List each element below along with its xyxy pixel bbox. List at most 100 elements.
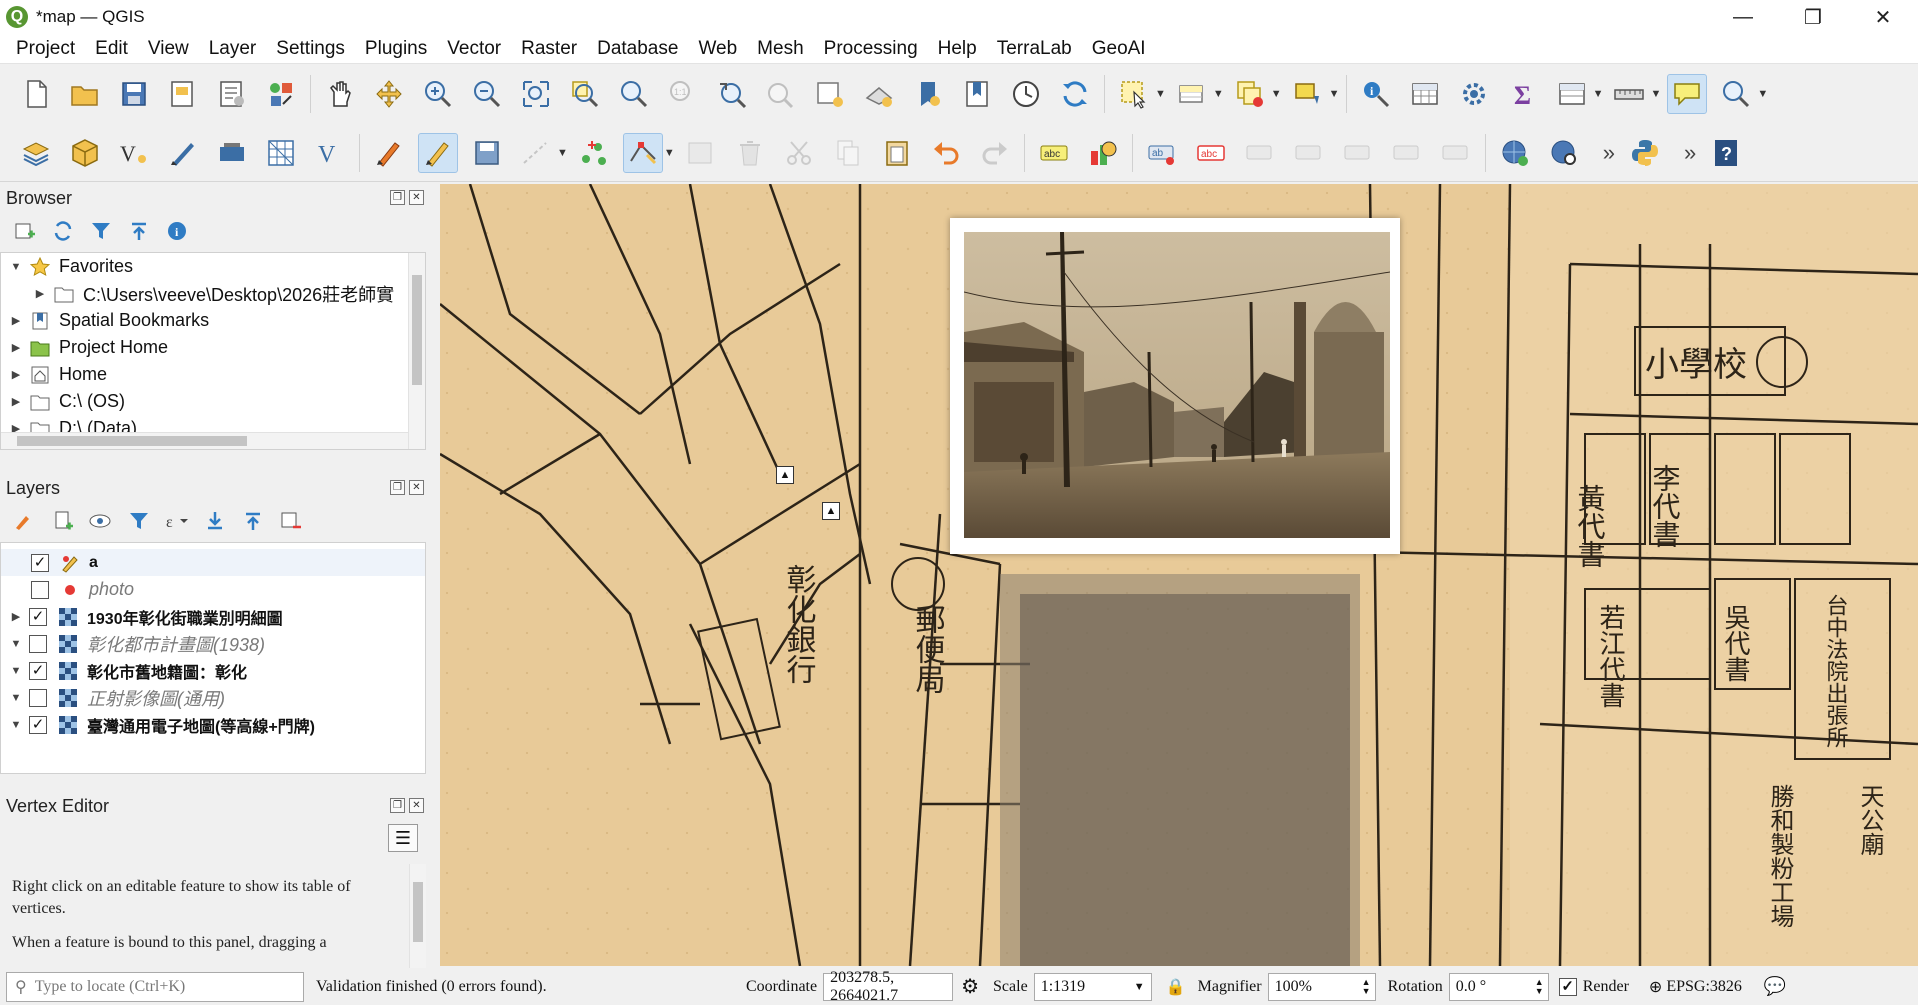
crs-button[interactable]: EPSG:3826	[1666, 978, 1742, 996]
add-group-icon[interactable]	[50, 508, 76, 534]
menu-web[interactable]: Web	[688, 38, 747, 60]
properties-info-icon[interactable]: i	[164, 218, 190, 244]
browser-item-spatial-bookmarks[interactable]: ▶ Spatial Bookmarks	[1, 307, 425, 334]
change-label-icon[interactable]	[1436, 133, 1476, 173]
menu-project[interactable]: Project	[6, 38, 85, 60]
menu-help[interactable]: Help	[928, 38, 987, 60]
photo-point-marker-icon[interactable]: ▲	[776, 466, 794, 484]
statistical-summary-icon[interactable]: Σ	[1503, 74, 1543, 114]
menu-plugins[interactable]: Plugins	[355, 38, 437, 60]
browser-item-favorites[interactable]: ▼ Favorites	[1, 253, 425, 280]
scale-combo[interactable]: 1:1319 ▼	[1033, 972, 1152, 1001]
zoom-last-icon[interactable]	[712, 74, 752, 114]
new-temporary-scratch-layer-icon[interactable]	[163, 133, 203, 173]
expand-arrow-icon[interactable]: ▶	[9, 395, 23, 408]
layer-row-a[interactable]: ✓ a	[1, 549, 425, 576]
expand-arrow-icon[interactable]: ▼	[9, 692, 23, 704]
current-edits-icon[interactable]	[369, 133, 409, 173]
browser-item-home[interactable]: ▶ Home	[1, 361, 425, 388]
expand-arrow-icon[interactable]: ▶	[9, 368, 23, 381]
map-canvas[interactable]: 小學校 黃代書 彰化銀行 郵便局 李代書 若江代書 吳代書 台中法院出張所 勝和…	[440, 184, 1918, 966]
layer-labeling-options-icon[interactable]: abc	[1034, 133, 1074, 173]
measure-line-icon[interactable]	[1609, 74, 1649, 114]
dropdown-arrow-icon[interactable]: ▼	[1593, 88, 1604, 100]
vertex-editor-scrollbar[interactable]	[409, 864, 426, 968]
zoom-next-icon[interactable]	[761, 74, 801, 114]
menu-view[interactable]: View	[138, 38, 199, 60]
expand-all-icon[interactable]	[202, 508, 228, 534]
coordinate-field[interactable]: 203278.5, 2664021.7	[823, 969, 954, 1004]
menu-settings[interactable]: Settings	[266, 38, 355, 60]
vertex-tool-icon[interactable]	[622, 132, 663, 173]
close-button[interactable]: ✕	[1848, 0, 1918, 34]
messages-icon[interactable]: 💬	[1764, 976, 1786, 997]
expand-arrow-icon[interactable]: ▶	[9, 610, 23, 623]
float-panel-icon[interactable]: ❐	[390, 480, 405, 495]
coordinate-toggle-icon[interactable]: ⚙	[961, 974, 979, 999]
menu-geoai[interactable]: GeoAI	[1082, 38, 1156, 60]
menu-processing[interactable]: Processing	[814, 38, 928, 60]
show-hide-labels-icon[interactable]	[1289, 133, 1329, 173]
new-3d-map-view-icon[interactable]	[859, 74, 899, 114]
browser-item-desktop-folder[interactable]: ▶ C:\Users\veeve\Desktop\2026莊老師實	[1, 280, 425, 307]
new-virtual-layer-icon[interactable]	[212, 133, 252, 173]
rotation-spinbox[interactable]: 0.0 ° ▲ ▼	[1448, 972, 1549, 1001]
select-by-location-icon[interactable]	[1288, 74, 1328, 114]
python-console-icon[interactable]	[1625, 133, 1665, 173]
magnifier-spinbox[interactable]: 100% ▲ ▼	[1267, 972, 1376, 1001]
copy-features-icon[interactable]	[828, 133, 868, 173]
menu-mesh[interactable]: Mesh	[747, 38, 813, 60]
layout-manager-icon[interactable]	[212, 74, 252, 114]
spin-arrows-icon[interactable]: ▲ ▼	[1362, 977, 1375, 996]
toolbox-icon[interactable]	[1454, 74, 1494, 114]
filter-legend-icon[interactable]	[126, 508, 152, 534]
layer-row-orthophoto[interactable]: ▼ 正射影像圖(通用)	[1, 684, 425, 711]
help-contents-icon[interactable]: ?	[1706, 133, 1746, 173]
locator-search-input[interactable]: ⚲ Type to locate (Ctrl+K)	[6, 971, 304, 1002]
temporal-controller-icon[interactable]	[1006, 74, 1046, 114]
pan-to-selection-icon[interactable]	[369, 74, 409, 114]
new-virtual-point-cloud-icon[interactable]: V	[310, 133, 350, 173]
expand-arrow-icon[interactable]: ▶	[9, 341, 23, 354]
expand-arrow-icon[interactable]: ▼	[9, 638, 23, 650]
zoom-to-selection-icon[interactable]	[565, 74, 605, 114]
menu-layer[interactable]: Layer	[199, 38, 267, 60]
highlight-pinned-labels-icon[interactable]: ab	[1142, 133, 1182, 173]
menu-terralab[interactable]: TerraLab	[987, 38, 1082, 60]
close-panel-icon[interactable]: ✕	[409, 190, 424, 205]
maximize-button[interactable]: ❐	[1778, 0, 1848, 34]
render-checkbox[interactable]: ✓	[1558, 977, 1577, 996]
add-layer-icon[interactable]	[12, 218, 38, 244]
dropdown-arrow-icon[interactable]: ▼	[1155, 88, 1166, 100]
new-project-icon[interactable]	[16, 74, 56, 114]
zoom-out-icon[interactable]	[467, 74, 507, 114]
toggle-label-display-icon[interactable]: abc	[1191, 133, 1231, 173]
crs-globe-icon[interactable]: ⊕	[1649, 977, 1662, 996]
minimize-button[interactable]: —	[1708, 0, 1778, 34]
dropdown-arrow-icon[interactable]: ▼	[1757, 88, 1768, 100]
identify-features-icon[interactable]: i	[1356, 74, 1396, 114]
layer-visibility-checkbox[interactable]	[31, 580, 49, 599]
new-map-view-icon[interactable]	[810, 74, 850, 114]
dropdown-arrow-icon[interactable]: ▼	[1271, 88, 1282, 100]
layer-visibility-checkbox[interactable]	[29, 688, 47, 707]
search-wms-icon[interactable]	[1544, 133, 1584, 173]
dropdown-arrow-icon[interactable]: ▼	[1650, 88, 1661, 100]
float-panel-icon[interactable]: ❐	[390, 798, 405, 813]
lock-scale-icon[interactable]: 🔒	[1166, 977, 1186, 997]
chevron-down-icon[interactable]: ▼	[1128, 981, 1151, 993]
zoom-to-layer-icon[interactable]	[614, 74, 654, 114]
expand-arrow-icon[interactable]: ▼	[9, 719, 23, 731]
manage-map-themes-icon[interactable]	[88, 508, 114, 534]
open-project-icon[interactable]	[65, 74, 105, 114]
refresh-icon[interactable]	[1055, 74, 1095, 114]
layer-row-cadastral[interactable]: ▼ ✓ 彰化市舊地籍圖：彰化	[1, 657, 425, 684]
modify-attributes-icon[interactable]	[681, 133, 721, 173]
menu-vector[interactable]: Vector	[437, 38, 511, 60]
toggle-editing-icon[interactable]	[418, 132, 458, 173]
move-label-icon[interactable]	[1338, 133, 1378, 173]
show-spatial-bookmarks-icon[interactable]	[957, 74, 997, 114]
zoom-full-icon[interactable]	[516, 74, 556, 114]
remove-layer-icon[interactable]	[278, 508, 304, 534]
layer-row-emap[interactable]: ▼ ✓ 臺灣通用電子地圖(等高線+門牌)	[1, 711, 425, 738]
